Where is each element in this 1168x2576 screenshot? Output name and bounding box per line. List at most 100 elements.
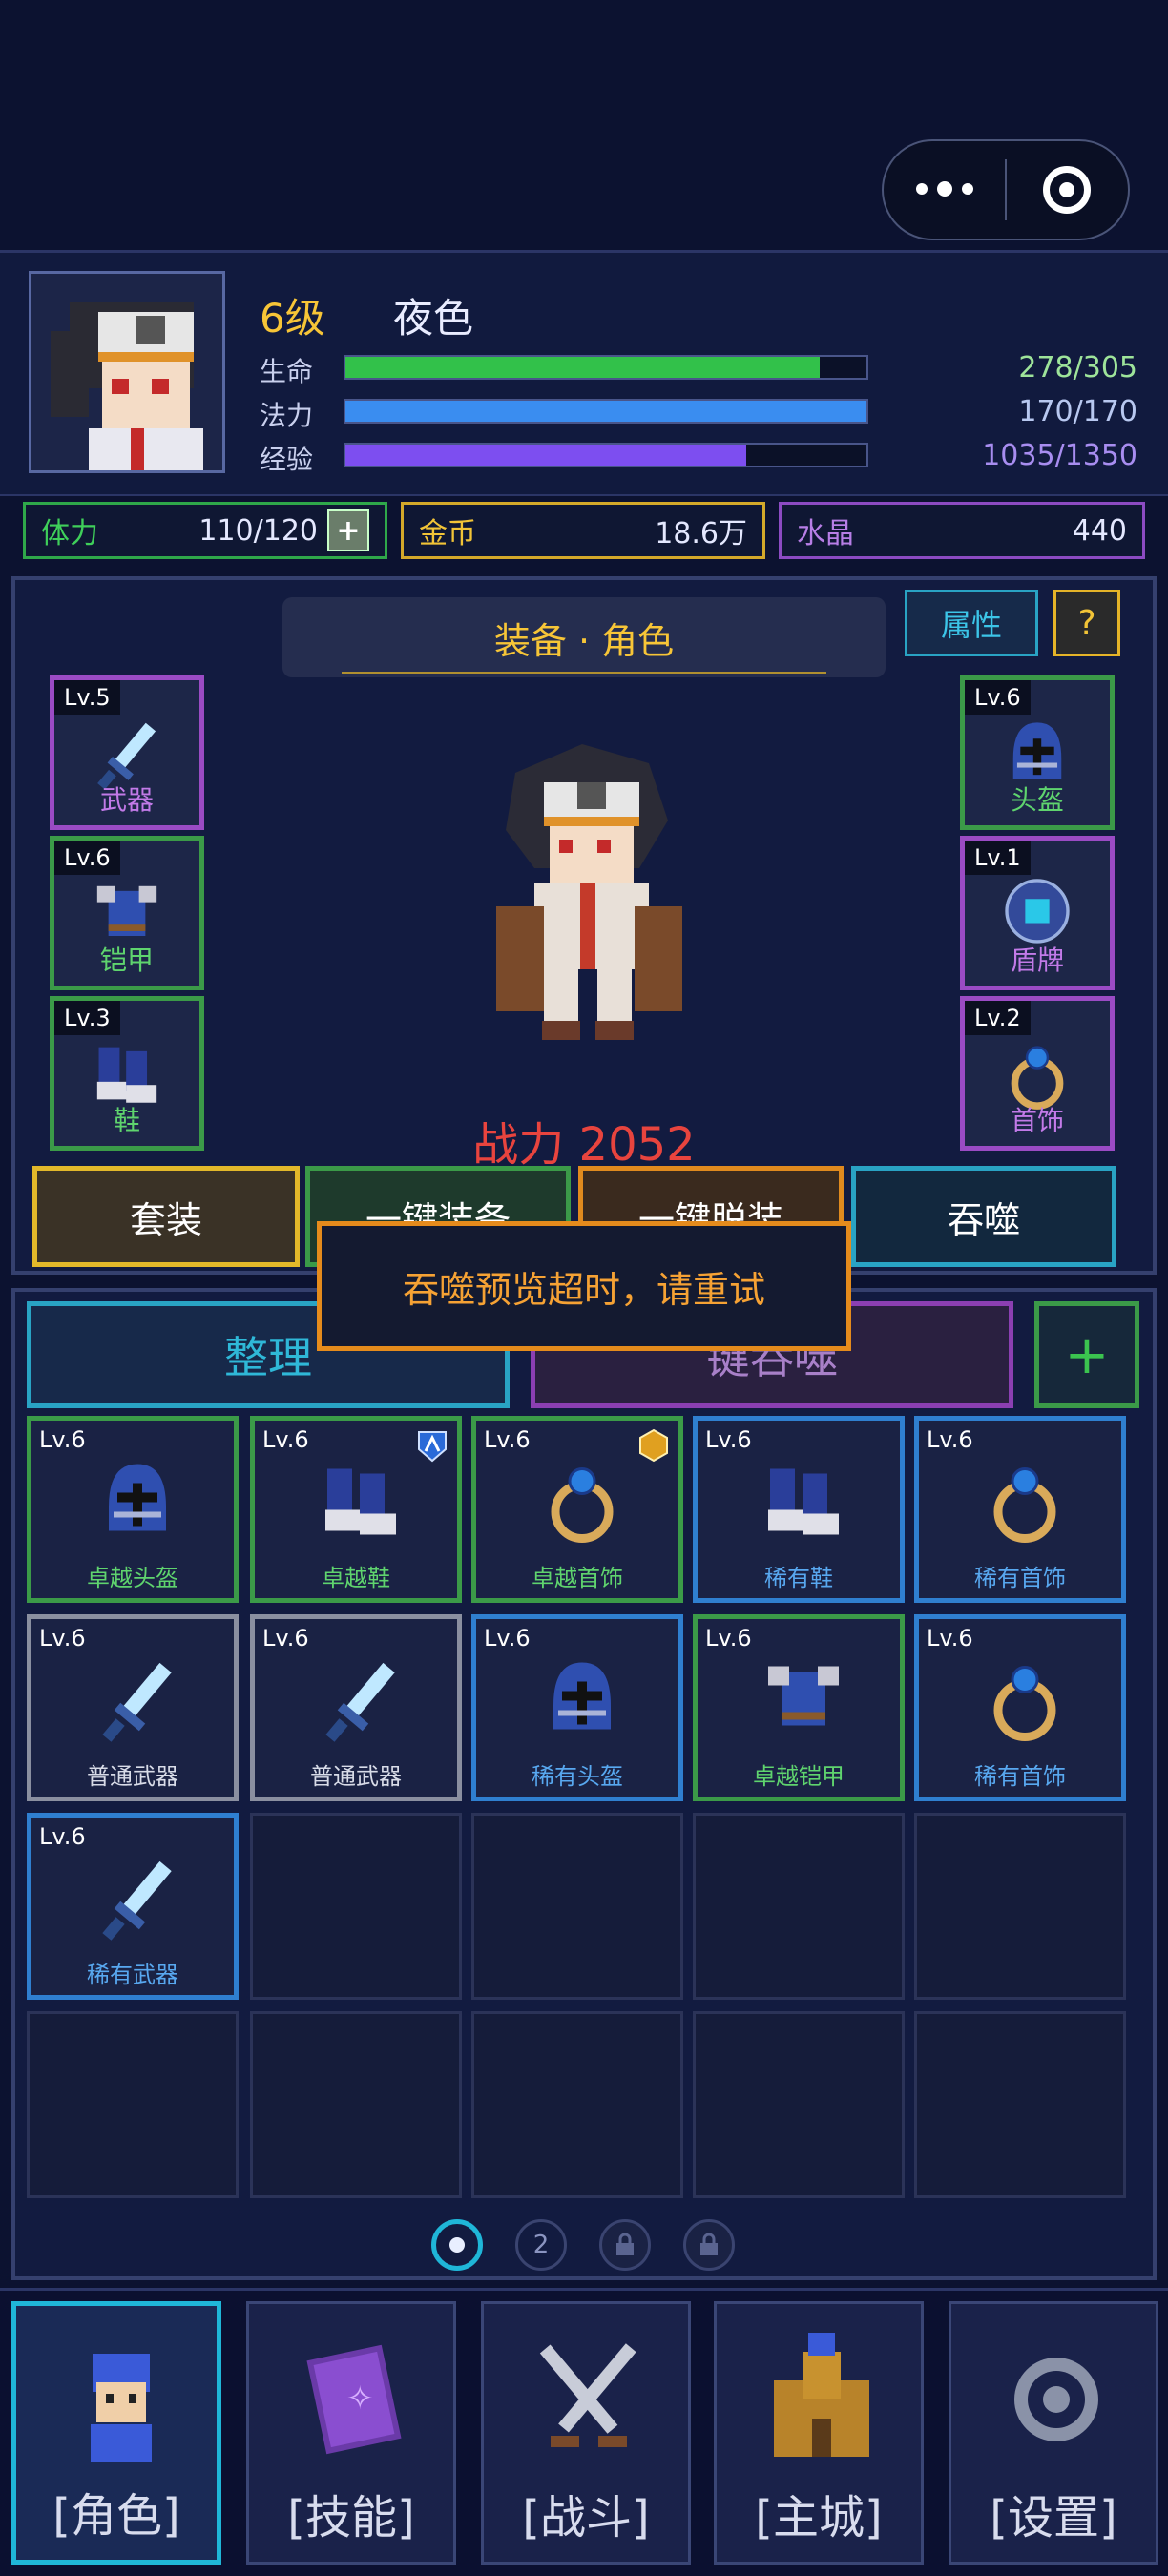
item-name: 卓越鞋 (322, 1565, 390, 1591)
hero-icon (64, 2335, 178, 2468)
empty-inventory-slot[interactable] (471, 2011, 683, 2198)
inventory-item[interactable]: Lv.6 卓越铠甲 (693, 1614, 905, 1801)
crystal-value: 440 (1072, 513, 1127, 548)
slot-name: 铠甲 (99, 945, 154, 976)
mp-bar (344, 399, 868, 424)
item-level: Lv.6 (484, 1625, 531, 1652)
sword-icon (318, 1646, 404, 1751)
hero-portrait-icon (51, 302, 203, 470)
crystal-box: 水晶 440 (779, 502, 1145, 559)
close-miniprogram-button[interactable] (1007, 166, 1128, 214)
sword-icon (94, 1646, 180, 1751)
page-dot-locked[interactable] (599, 2219, 651, 2271)
page-dot-active[interactable] (431, 2219, 483, 2271)
nav-tab[interactable]: [主城] (714, 2301, 924, 2565)
hero-sprite (477, 744, 697, 1049)
lock-icon (616, 2233, 634, 2255)
empty-inventory-slot[interactable] (27, 2011, 239, 2198)
gold-box: 金币 18.6万 (401, 502, 765, 559)
ring-icon (982, 1646, 1068, 1751)
item-name: 稀有首饰 (974, 1763, 1066, 1790)
inventory-item[interactable]: Lv.6 卓越鞋 (250, 1416, 462, 1603)
nav-tab-label: [主城] (755, 2491, 883, 2545)
inventory-item[interactable]: Lv.6 稀有首饰 (914, 1416, 1126, 1603)
inventory-item[interactable]: Lv.6 稀有武器 (27, 1813, 239, 2000)
item-level: Lv.6 (705, 1426, 752, 1453)
item-level: Lv.6 (484, 1426, 531, 1453)
slot-level: Lv.2 (965, 1001, 1031, 1035)
lock-icon (700, 2233, 718, 2255)
hp-value: 278/305 (1018, 351, 1137, 384)
help-button[interactable]: ? (1053, 590, 1120, 656)
devour-button[interactable]: 吞噬 (851, 1166, 1116, 1267)
slot-level: Lv.6 (965, 680, 1031, 715)
page-number: 2 (532, 2231, 550, 2259)
inventory-item[interactable]: Lv.6 普通武器 (250, 1614, 462, 1801)
gear-icon (999, 2333, 1114, 2466)
empty-inventory-slot[interactable] (914, 2011, 1126, 2198)
armor-icon (761, 1646, 846, 1751)
more-dot-icon (936, 181, 952, 197)
nav-tab[interactable]: [角色] (11, 2301, 221, 2565)
slot-level: Lv.5 (54, 680, 120, 715)
expand-inventory-button[interactable]: + (1034, 1301, 1139, 1408)
inventory-item[interactable]: Lv.6 稀有头盔 (471, 1614, 683, 1801)
right-equip-slot[interactable]: Lv.1 盾牌 (960, 836, 1115, 990)
page-dot[interactable]: 2 (515, 2219, 567, 2271)
add-stamina-button[interactable]: + (327, 509, 369, 551)
exp-label: 经验 (260, 444, 314, 475)
player-avatar[interactable] (29, 271, 225, 473)
castle-icon (764, 2333, 879, 2466)
player-level: 6级 (260, 295, 325, 342)
sword-icon (94, 1844, 180, 1949)
empty-inventory-slot[interactable] (250, 1813, 462, 2000)
inventory-item[interactable]: Lv.6 普通武器 (27, 1614, 239, 1801)
page-dot-locked[interactable] (683, 2219, 735, 2271)
right-equip-slot[interactable]: Lv.6 头盔 (960, 675, 1115, 830)
gold-label: 金币 (419, 517, 476, 551)
attributes-button[interactable]: 属性 (905, 590, 1038, 656)
empty-inventory-slot[interactable] (693, 2011, 905, 2198)
empty-inventory-slot[interactable] (914, 1813, 1126, 2000)
nav-tab[interactable]: ✧ [技能] (246, 2301, 456, 2565)
item-level: Lv.6 (705, 1625, 752, 1652)
left-equip-slot[interactable]: Lv.5 武器 (50, 675, 204, 830)
spellbook-icon: ✧ (297, 2333, 411, 2466)
slot-level: Lv.1 (965, 841, 1031, 875)
slot-name: 头盔 (1010, 784, 1064, 816)
exp-bar (344, 443, 868, 467)
mp-label: 法力 (260, 400, 314, 431)
boots-icon (318, 1447, 404, 1552)
toast-message: 吞噬预览超时，请重试 (317, 1221, 851, 1351)
nav-tab[interactable]: [战斗] (481, 2301, 691, 2565)
item-name: 稀有鞋 (764, 1565, 833, 1591)
inventory-item[interactable]: Lv.6 卓越首饰 (471, 1416, 683, 1603)
inventory-item[interactable]: Lv.6 稀有鞋 (693, 1416, 905, 1603)
item-name: 卓越头盔 (87, 1565, 178, 1591)
left-equip-slot[interactable]: Lv.6 铠甲 (50, 836, 204, 990)
empty-inventory-slot[interactable] (693, 1813, 905, 2000)
item-name: 稀有头盔 (532, 1763, 623, 1790)
more-dot-icon (961, 183, 973, 195)
set-button[interactable]: 套装 (32, 1166, 300, 1267)
item-level: Lv.6 (39, 1823, 86, 1850)
empty-inventory-slot[interactable] (250, 2011, 462, 2198)
mp-value: 170/170 (1018, 395, 1137, 428)
inventory-item[interactable]: Lv.6 卓越头盔 (27, 1416, 239, 1603)
slot-name: 武器 (99, 784, 154, 816)
stamina-box: 体力 110/120 + (23, 502, 387, 559)
item-level: Lv.6 (927, 1426, 973, 1453)
crossed-swords-icon (532, 2333, 646, 2466)
nav-tab[interactable]: [设置] (949, 2301, 1158, 2565)
left-equip-slot[interactable]: Lv.3 鞋 (50, 996, 204, 1151)
nav-tab-label: [设置] (990, 2491, 1117, 2545)
hp-bar (344, 355, 868, 380)
more-menu-button[interactable] (884, 181, 1005, 197)
right-equip-slot[interactable]: Lv.2 首饰 (960, 996, 1115, 1151)
gold-value: 18.6万 (655, 517, 747, 551)
empty-inventory-slot[interactable] (471, 1813, 683, 2000)
equipment-title: 装备 · 角色 (282, 597, 886, 677)
slot-name: 鞋 (113, 1105, 140, 1136)
item-name: 稀有首饰 (974, 1565, 1066, 1591)
inventory-item[interactable]: Lv.6 稀有首饰 (914, 1614, 1126, 1801)
